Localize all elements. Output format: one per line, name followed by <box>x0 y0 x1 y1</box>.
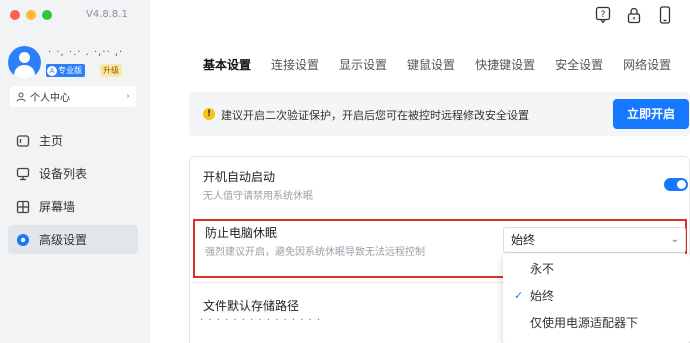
autostart-desc: 无人值守请禁用系统休眠 <box>203 191 313 202</box>
sidebar-item-label: 主页 <box>39 134 64 148</box>
checkmark-icon: ✓ <box>514 289 524 302</box>
close-window-button[interactable] <box>10 10 20 20</box>
maximize-window-button[interactable] <box>42 10 52 20</box>
user-name: · ·, ·.· . ·,·· ,· <box>48 47 124 58</box>
help-icon[interactable]: ? <box>595 6 611 24</box>
personal-center-label: 个人中心 <box>30 93 70 104</box>
sidebar-item-screen-wall[interactable]: 屏幕墙 <box>8 192 138 221</box>
notice-text: 建议开启二次验证保护，开启后您可在被控时远程修改安全设置 <box>221 109 529 122</box>
pro-badge-icon: A <box>47 65 57 76</box>
lock-icon[interactable] <box>626 6 642 24</box>
option-label: 始终 <box>530 289 555 303</box>
home-icon <box>16 134 30 147</box>
prevent-sleep-selected: 始终 <box>511 233 536 247</box>
prevent-sleep-dropdown: 永不 ✓ 始终 仅使用电源适配器下 <box>503 254 690 343</box>
option-never[interactable]: 永不 <box>503 256 690 282</box>
option-label: 仅使用电源适配器下 <box>530 316 639 330</box>
option-label: 永不 <box>530 262 555 276</box>
tab-display-settings[interactable]: 显示设置 <box>339 56 387 73</box>
tab-security-settings[interactable]: 安全设置 <box>555 56 603 73</box>
chevron-down-icon: ⌄ <box>670 234 679 245</box>
sidebar-item-home[interactable]: 主页 <box>8 126 138 155</box>
sidebar-item-label: 设备列表 <box>39 167 88 181</box>
option-always[interactable]: ✓ 始终 <box>503 283 690 309</box>
user-icon <box>16 92 26 102</box>
autostart-toggle[interactable] <box>664 178 688 191</box>
prevent-sleep-select[interactable]: 始终 ⌄ <box>503 227 686 253</box>
sidebar-item-label: 高级设置 <box>39 233 88 247</box>
pro-badge-label: 专业版 <box>58 66 82 75</box>
upgrade-badge[interactable]: 升级 <box>100 64 122 77</box>
tab-keyboard-mouse-settings[interactable]: 键鼠设置 <box>407 56 455 73</box>
pro-badge: A 专业版 <box>46 64 85 77</box>
sidebar-nav: 主页 设备列表 屏幕墙 高级设置 <box>8 126 138 258</box>
window-controls <box>10 10 52 20</box>
default-path-value[interactable]: · · · · · · · · · · · · · · · <box>200 315 321 326</box>
user-profile: · ·, ·.· . ·,·· ,· A 专业版 升级 <box>8 46 143 80</box>
personal-center-button[interactable]: 个人中心 › <box>10 86 136 107</box>
chevron-right-icon: › <box>126 91 130 102</box>
sidebar-item-label: 屏幕墙 <box>39 200 76 214</box>
sidebar-item-devices[interactable]: 设备列表 <box>8 159 138 188</box>
monitor-icon <box>16 167 30 180</box>
phone-icon[interactable] <box>657 6 673 24</box>
minimize-window-button[interactable] <box>26 10 36 20</box>
security-notice: ! 建议开启二次验证保护，开启后您可在被控时远程修改安全设置 立即开启 <box>189 92 690 136</box>
gear-icon <box>17 233 29 246</box>
sidebar: V4.8.8.1 · ·, ·.· . ·,·· ,· A 专业版 升级 个人中… <box>0 0 150 343</box>
settings-tabs: 基本设置 连接设置 显示设置 键鼠设置 快捷键设置 安全设置 网络设置 <box>203 56 671 73</box>
sidebar-item-advanced-settings[interactable]: 高级设置 <box>8 225 138 254</box>
tab-connection-settings[interactable]: 连接设置 <box>271 56 319 73</box>
autostart-title: 开机自动启动 <box>203 170 276 184</box>
grid-icon <box>16 200 30 213</box>
tab-network-settings[interactable]: 网络设置 <box>623 56 671 73</box>
avatar[interactable] <box>8 46 41 79</box>
svg-text:?: ? <box>601 10 606 20</box>
tab-basic-settings[interactable]: 基本设置 <box>203 56 251 73</box>
tab-shortcut-settings[interactable]: 快捷键设置 <box>475 56 535 73</box>
option-power-adapter-only[interactable]: 仅使用电源适配器下 <box>503 310 690 336</box>
app-version: V4.8.8.1 <box>86 9 128 20</box>
enable-now-button[interactable]: 立即开启 <box>613 99 689 129</box>
top-toolbar: ? <box>595 6 673 24</box>
warning-icon: ! <box>203 108 215 120</box>
default-path-title: 文件默认存储路径 <box>203 299 300 313</box>
